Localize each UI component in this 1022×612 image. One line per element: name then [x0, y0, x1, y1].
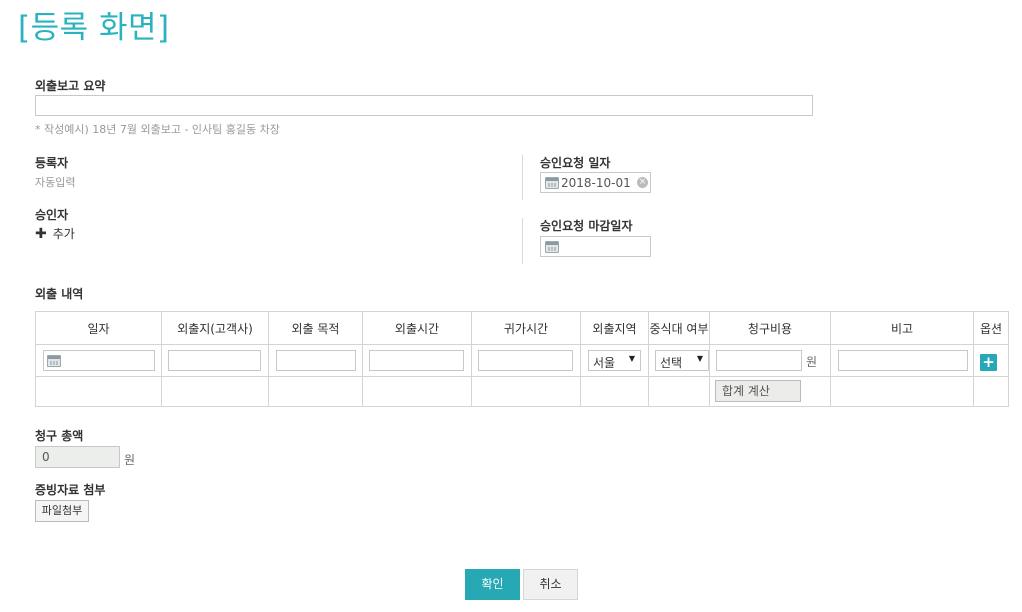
total-value: 0 [42, 450, 50, 464]
region-select-value: 서울 [593, 356, 616, 370]
approver-label: 승인자 [35, 208, 69, 222]
table-cell: 선택 ▼ [648, 344, 710, 377]
column-header: 외출 목적 [268, 311, 363, 345]
column-header: 외출지역 [580, 311, 649, 345]
table-cell [268, 344, 363, 377]
summary-label: 외출보고 요약 [35, 79, 106, 93]
confirm-button[interactable]: 확인 [465, 569, 520, 600]
calendar-icon[interactable] [545, 241, 559, 253]
attachment-label: 증빙자료 첨부 [35, 483, 106, 497]
note-input[interactable] [838, 350, 968, 371]
lunch-select[interactable]: 선택 ▼ [655, 350, 709, 371]
caret-down-icon: ▼ [696, 354, 703, 363]
caret-down-icon: ▼ [628, 354, 635, 363]
clear-icon[interactable]: × [637, 177, 648, 188]
page-title: [등록 화면] [18, 10, 170, 46]
column-header: 외출시간 [362, 311, 472, 345]
table-cell [35, 376, 162, 407]
total-unit: 원 [124, 453, 136, 467]
divider [522, 155, 523, 200]
summary-hint: * 작성예시) 18년 7월 외출보고 - 인사팀 홍길동 차장 [35, 123, 280, 136]
cancel-button[interactable]: 취소 [523, 569, 578, 600]
add-approver-button[interactable]: ✚ 추가 [35, 225, 75, 242]
calendar-icon[interactable] [545, 177, 559, 189]
column-header: 귀가시간 [471, 311, 581, 345]
table-cell: 원 [709, 344, 831, 377]
column-header: 옵션 [973, 311, 1009, 345]
add-row-button[interactable]: + [980, 354, 997, 371]
table-cell [161, 344, 269, 377]
table-cell [973, 376, 1009, 407]
table-cell [471, 376, 581, 407]
details-label: 외출 내역 [35, 287, 84, 301]
attach-file-button[interactable]: 파일첨부 [35, 500, 89, 522]
details-table: 일자 외출지(고객사) 외출 목적 외출시간 귀가시간 외출지역 중식대 여부 … [35, 311, 1009, 407]
table-header-row: 일자 외출지(고객사) 외출 목적 외출시간 귀가시간 외출지역 중식대 여부 … [35, 311, 1009, 345]
registrant-label: 등록자 [35, 156, 69, 170]
out-time-input[interactable] [369, 350, 464, 371]
deadline-date-input[interactable] [540, 236, 651, 257]
table-cell [362, 376, 472, 407]
region-select[interactable]: 서울 ▼ [588, 350, 641, 371]
table-row: 서울 ▼ 선택 ▼ 원 + [35, 344, 1009, 377]
column-header: 외출지(고객사) [161, 311, 269, 345]
request-date-input[interactable]: 2018-10-01 × [540, 172, 651, 193]
destination-input[interactable] [168, 350, 261, 371]
column-header: 청구비용 [709, 311, 831, 345]
calculate-total-button[interactable]: 합계 계산 [715, 380, 801, 402]
plus-icon: ✚ [35, 226, 47, 242]
request-date-label: 승인요청 일자 [540, 156, 611, 170]
request-date-value: 2018-10-01 [561, 176, 631, 190]
date-input[interactable] [43, 350, 155, 371]
table-cell [35, 344, 162, 377]
table-cell [580, 376, 649, 407]
calendar-icon[interactable] [47, 355, 61, 367]
total-label: 청구 총액 [35, 429, 84, 443]
table-cell [268, 376, 363, 407]
table-cell [648, 376, 710, 407]
table-cell: 합계 계산 [709, 376, 831, 407]
summary-input[interactable] [35, 95, 813, 116]
return-time-input[interactable] [478, 350, 573, 371]
table-cell [830, 376, 974, 407]
column-header: 비고 [830, 311, 974, 345]
total-input: 0 [35, 446, 120, 468]
cost-unit: 원 [806, 355, 818, 369]
registrant-value: 자동입력 [35, 176, 76, 189]
table-cell: 서울 ▼ [580, 344, 649, 377]
table-cell [161, 376, 269, 407]
cost-input[interactable] [716, 350, 802, 371]
deadline-date-label: 승인요청 마감일자 [540, 219, 633, 233]
purpose-input[interactable] [276, 350, 356, 371]
lunch-select-value: 선택 [660, 356, 683, 370]
table-cell [471, 344, 581, 377]
column-header: 중식대 여부 [648, 311, 710, 345]
table-cell [362, 344, 472, 377]
table-cell: + [973, 344, 1009, 377]
divider [522, 218, 523, 264]
add-approver-label: 추가 [52, 227, 75, 241]
table-cell [830, 344, 974, 377]
table-row: 합계 계산 [35, 376, 1009, 407]
column-header: 일자 [35, 311, 162, 345]
